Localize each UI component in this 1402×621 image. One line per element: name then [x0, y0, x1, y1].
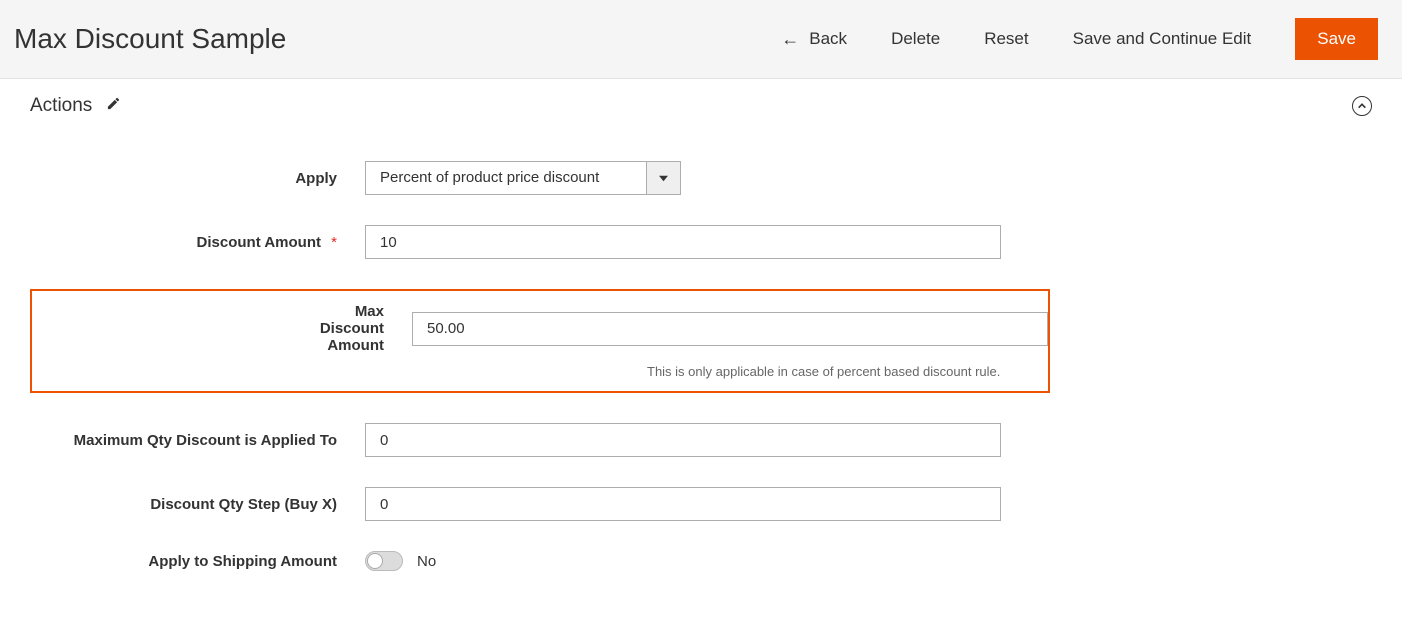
arrow-left-icon: ←: [781, 30, 799, 48]
apply-shipping-toggle[interactable]: [365, 551, 403, 571]
max-qty-label: Maximum Qty Discount is Applied To: [30, 432, 365, 449]
apply-shipping-row: Apply to Shipping Amount No: [30, 551, 1372, 571]
back-button[interactable]: ← Back: [781, 29, 847, 49]
apply-label: Apply: [30, 170, 365, 187]
discount-amount-label: Discount Amount *: [30, 234, 365, 251]
qty-step-control: [365, 487, 1001, 521]
form-area: Apply Percent of product price discount …: [0, 131, 1402, 621]
discount-amount-control: [365, 225, 1001, 259]
max-discount-highlight: Max Discount Amount This is only applica…: [30, 289, 1050, 393]
collapse-icon[interactable]: [1352, 96, 1372, 116]
save-button[interactable]: Save: [1295, 18, 1378, 60]
delete-button[interactable]: Delete: [891, 29, 940, 49]
apply-shipping-label: Apply to Shipping Amount: [30, 553, 365, 570]
discount-amount-label-text: Discount Amount: [197, 234, 321, 251]
qty-step-input[interactable]: [365, 487, 1001, 521]
chevron-down-icon[interactable]: [647, 161, 681, 195]
max-qty-row: Maximum Qty Discount is Applied To: [30, 423, 1372, 457]
apply-select-value: Percent of product price discount: [365, 161, 647, 195]
action-buttons: ← Back Delete Reset Save and Continue Ed…: [781, 18, 1378, 60]
max-discount-amount-row: Max Discount Amount: [32, 303, 1048, 354]
apply-shipping-value: No: [417, 553, 436, 570]
apply-select[interactable]: Percent of product price discount: [365, 161, 681, 195]
save-continue-label: Save and Continue Edit: [1073, 29, 1252, 49]
reset-label: Reset: [984, 29, 1028, 49]
apply-row: Apply Percent of product price discount: [30, 161, 1372, 195]
qty-step-label: Discount Qty Step (Buy X): [30, 496, 365, 513]
discount-amount-input[interactable]: [365, 225, 1001, 259]
apply-shipping-control: No: [365, 551, 436, 571]
max-discount-amount-input[interactable]: [412, 312, 1048, 346]
save-continue-button[interactable]: Save and Continue Edit: [1073, 29, 1252, 49]
page-title: Max Discount Sample: [14, 23, 286, 55]
max-discount-amount-label: Max Discount Amount: [312, 303, 412, 354]
back-label: Back: [809, 29, 847, 49]
max-qty-input[interactable]: [365, 423, 1001, 457]
max-discount-amount-control: [412, 312, 1048, 346]
section-title: Actions: [30, 95, 92, 117]
delete-label: Delete: [891, 29, 940, 49]
pencil-icon[interactable]: [106, 96, 121, 116]
save-label: Save: [1317, 29, 1356, 48]
page-header: Max Discount Sample ← Back Delete Reset …: [0, 0, 1402, 79]
discount-amount-row: Discount Amount *: [30, 225, 1372, 259]
section-header: Actions: [0, 79, 1402, 131]
section-header-left: Actions: [30, 95, 121, 117]
max-discount-note: This is only applicable in case of perce…: [647, 364, 1048, 379]
toggle-knob: [367, 553, 383, 569]
required-star-icon: *: [331, 234, 337, 251]
qty-step-row: Discount Qty Step (Buy X): [30, 487, 1372, 521]
max-qty-control: [365, 423, 1001, 457]
reset-button[interactable]: Reset: [984, 29, 1028, 49]
